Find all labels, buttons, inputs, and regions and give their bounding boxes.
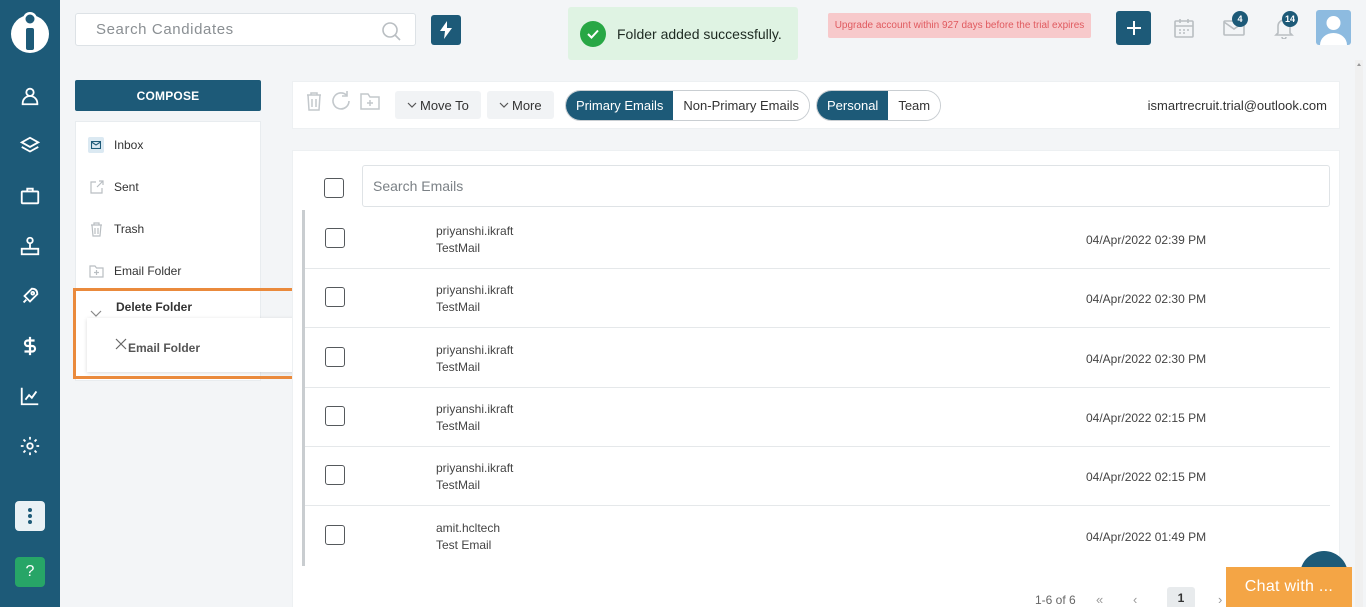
search-emails-input[interactable]: Search Emails: [362, 165, 1330, 207]
trial-notice-banner[interactable]: Upgrade account within 927 days before t…: [828, 13, 1091, 38]
email-sender: priyanshi.ikraft: [436, 224, 514, 238]
toast-message: Folder added successfully.: [617, 25, 782, 42]
more-options-icon[interactable]: [15, 501, 45, 531]
plus-icon: [1126, 21, 1141, 35]
left-nav-rail: ?: [0, 0, 60, 607]
help-icon[interactable]: ?: [15, 557, 45, 587]
move-to-dropdown[interactable]: Move To: [395, 91, 481, 119]
delete-icon[interactable]: [303, 90, 325, 112]
reports-chart-nav-icon[interactable]: [0, 381, 60, 411]
email-sender: priyanshi.ikraft: [436, 461, 514, 475]
pagination-summary: 1-6 of 6: [1035, 593, 1076, 607]
email-row[interactable]: priyanshi.ikraft TestMail 04/Apr/2022 02…: [305, 269, 1330, 328]
email-checkbox[interactable]: [325, 465, 345, 485]
folder-label: Inbox: [114, 138, 144, 152]
chevron-down-icon: [499, 102, 509, 108]
folder-item-email-folder[interactable]: Email Folder: [88, 260, 181, 282]
email-checkbox[interactable]: [325, 228, 345, 248]
layers-nav-icon[interactable]: [0, 131, 60, 161]
email-row[interactable]: priyanshi.ikraft TestMail 04/Apr/2022 02…: [305, 329, 1330, 388]
more-dropdown[interactable]: More: [487, 91, 554, 119]
candidates-nav-icon[interactable]: [0, 81, 60, 111]
folder-label: Trash: [114, 222, 145, 236]
email-row[interactable]: priyanshi.ikraft TestMail 04/Apr/2022 02…: [305, 447, 1330, 506]
email-subject: TestMail: [436, 300, 481, 314]
email-checkbox[interactable]: [325, 287, 345, 307]
folder-label: Sent: [114, 180, 139, 194]
email-date: 04/Apr/2022 02:15 PM: [1086, 411, 1207, 425]
email-subject: TestMail: [436, 241, 481, 255]
search-candidates-placeholder: Search Candidates: [96, 21, 234, 38]
tab-primary-emails[interactable]: Primary Emails: [566, 91, 674, 120]
folder-item-inbox[interactable]: Inbox: [88, 134, 143, 156]
email-toolbar: Move To More Primary Emails Non-Primary …: [292, 81, 1340, 129]
email-row[interactable]: priyanshi.ikraft TestMail 04/Apr/2022 02…: [305, 388, 1330, 447]
sent-icon: [88, 179, 104, 195]
add-folder-icon[interactable]: [359, 90, 381, 112]
folder-label: Email Folder: [114, 264, 182, 278]
email-date: 04/Apr/2022 02:39 PM: [1086, 233, 1207, 247]
email-row[interactable]: amit.hcltech Test Email 04/Apr/2022 01:4…: [305, 507, 1330, 566]
email-row[interactable]: priyanshi.ikraft TestMail 04/Apr/2022 02…: [305, 210, 1330, 269]
email-sender: priyanshi.ikraft: [436, 283, 514, 297]
move-to-label: Move To: [420, 97, 469, 113]
bolt-icon: [440, 21, 452, 39]
mail-count-badge: 4: [1232, 11, 1248, 27]
search-candidates-input[interactable]: Search Candidates: [75, 13, 416, 46]
app-logo-icon[interactable]: [10, 10, 50, 54]
email-checkbox[interactable]: [325, 406, 345, 426]
email-subject: Test Email: [436, 538, 492, 552]
quick-action-bolt-button[interactable]: [431, 15, 461, 45]
email-date: 04/Apr/2022 02:15 PM: [1086, 470, 1207, 484]
chat-widget-button[interactable]: Chat with ...: [1226, 567, 1352, 607]
scope-toggle: Personal Team: [816, 90, 942, 121]
email-sender: priyanshi.ikraft: [436, 402, 514, 416]
email-sender: priyanshi.ikraft: [436, 343, 514, 357]
first-page-button[interactable]: «: [1096, 592, 1103, 607]
mail-type-toggle: Primary Emails Non-Primary Emails: [565, 90, 810, 121]
email-checkbox[interactable]: [325, 347, 345, 367]
account-email: ismartrecruit.trial@outlook.com: [1147, 98, 1327, 113]
jobs-briefcase-nav-icon[interactable]: [0, 181, 60, 211]
refresh-icon[interactable]: [330, 90, 352, 112]
tab-personal[interactable]: Personal: [817, 91, 889, 120]
email-date: 04/Apr/2022 02:30 PM: [1086, 292, 1207, 306]
more-label: More: [512, 97, 542, 113]
search-icon[interactable]: [381, 21, 401, 41]
search-emails-placeholder: Search Emails: [373, 178, 464, 194]
inbox-icon: [88, 137, 104, 153]
settings-gear-nav-icon[interactable]: [0, 431, 60, 461]
email-checkbox[interactable]: [325, 525, 345, 545]
prev-page-button[interactable]: ‹: [1133, 592, 1137, 607]
scroll-up-arrow-icon[interactable]: [1357, 62, 1361, 66]
rocket-nav-icon[interactable]: [0, 281, 60, 311]
chevron-down-icon: [407, 102, 417, 108]
tab-team[interactable]: Team: [888, 91, 941, 120]
email-subject: TestMail: [436, 360, 481, 374]
compose-button[interactable]: COMPOSE: [75, 80, 261, 111]
tab-non-primary-emails[interactable]: Non-Primary Emails: [673, 91, 809, 120]
folder-item-trash[interactable]: Trash: [88, 218, 144, 240]
success-toast: Folder added successfully.: [568, 7, 798, 60]
calendar-icon[interactable]: [1172, 16, 1196, 40]
user-silhouette-icon: [1320, 16, 1347, 45]
trash-icon: [88, 221, 104, 237]
select-all-checkbox[interactable]: [324, 178, 344, 198]
user-avatar[interactable]: [1316, 10, 1351, 45]
email-date: 04/Apr/2022 01:49 PM: [1086, 530, 1207, 544]
current-page-button[interactable]: 1: [1167, 587, 1195, 607]
email-subject: TestMail: [436, 478, 481, 492]
page-scrollbar[interactable]: [1355, 60, 1363, 607]
billing-dollar-nav-icon[interactable]: [0, 331, 60, 361]
next-page-button[interactable]: ›: [1218, 592, 1222, 607]
email-date: 04/Apr/2022 02:30 PM: [1086, 352, 1207, 366]
add-new-button[interactable]: [1116, 11, 1151, 45]
org-chart-nav-icon[interactable]: [0, 231, 60, 261]
notification-count-badge: 14: [1282, 11, 1299, 27]
add-folder-icon: [88, 263, 104, 279]
folder-item-sent[interactable]: Sent: [88, 176, 139, 198]
check-circle-icon: [580, 20, 606, 47]
email-subject: TestMail: [436, 419, 481, 433]
email-sender: amit.hcltech: [436, 521, 501, 535]
